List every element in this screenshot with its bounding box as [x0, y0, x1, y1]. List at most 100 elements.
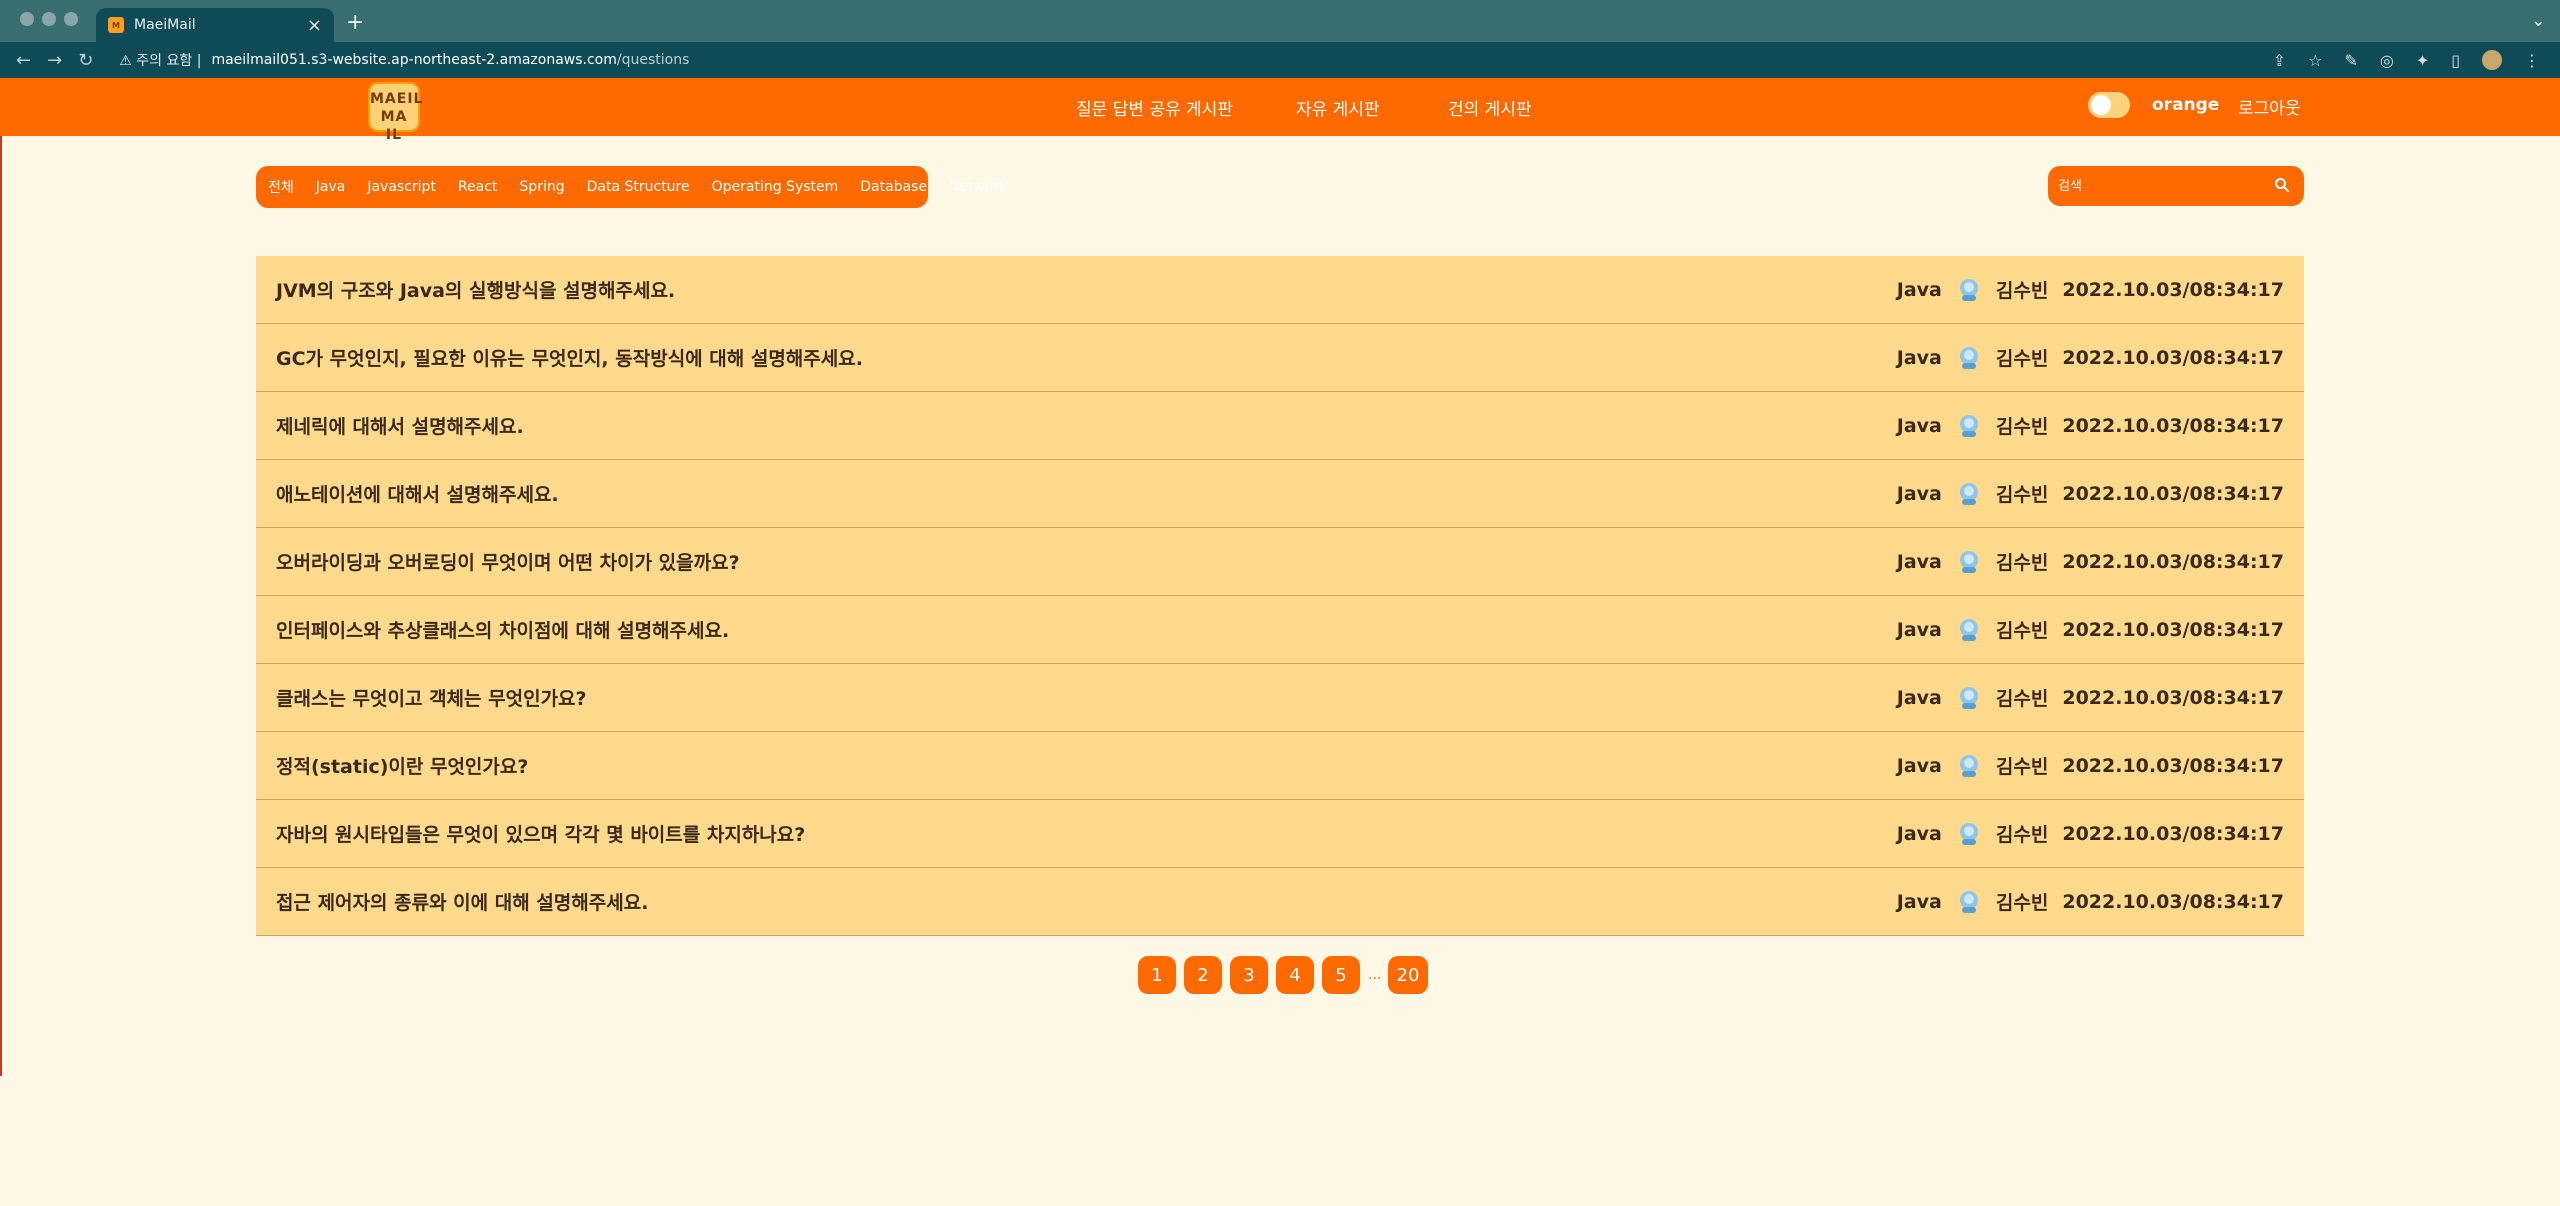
- nav-free-board[interactable]: 자유 게시판: [1296, 78, 1380, 136]
- security-warning[interactable]: ⚠ 주의 요함 |: [119, 50, 201, 70]
- page-last-button[interactable]: 20: [1388, 956, 1428, 994]
- question-title[interactable]: 인터페이스와 추상클래스의 차이점에 대해 설명해주세요.: [276, 616, 1897, 643]
- category-database[interactable]: Database: [860, 179, 927, 195]
- category-network[interactable]: Network: [949, 179, 1007, 195]
- question-row[interactable]: 제네릭에 대해서 설명해주세요. Java 김수빈 2022.10.03/08:34:…: [256, 392, 2304, 460]
- question-date: 2022.10.03/08:34:17: [2062, 618, 2284, 641]
- question-title[interactable]: 클래스는 무엇이고 객체는 무엇인가요?: [276, 684, 1897, 711]
- question-meta: Java 김수빈 2022.10.03/08:34:17: [1897, 480, 2284, 507]
- menu-icon[interactable]: ⋮: [2524, 51, 2540, 70]
- nav-suggestion-board[interactable]: 건의 게시판: [1448, 78, 1532, 136]
- author-avatar-icon: [1959, 550, 1978, 573]
- question-category: Java: [1896, 414, 1942, 437]
- page-4-button[interactable]: 4: [1276, 956, 1314, 994]
- question-author: 김수빈: [1995, 620, 2049, 642]
- question-meta: Java 김수빈 2022.10.03/08:34:17: [1897, 548, 2284, 575]
- question-title[interactable]: 애노테이션에 대해서 설명해주세요.: [276, 480, 1897, 507]
- category-spring[interactable]: Spring: [519, 179, 564, 195]
- question-row[interactable]: GC가 무엇인지, 필요한 이유는 무엇인지, 동작방식에 대해 설명해주세요.…: [256, 324, 2304, 392]
- question-title[interactable]: 정적(static)이란 무엇인가요?: [276, 752, 1897, 779]
- logout-button[interactable]: 로그아웃: [2238, 94, 2301, 119]
- question-row[interactable]: 애노테이션에 대해서 설명해주세요. Java 김수빈 2022.10.03/08:3…: [256, 460, 2304, 528]
- page-1-button[interactable]: 1: [1138, 956, 1176, 994]
- close-window-button[interactable]: [20, 12, 34, 26]
- tab-title: MaeiMail: [134, 17, 196, 33]
- category-react[interactable]: React: [458, 179, 497, 195]
- category-filter: 전체 Java Javascript React Spring Data Str…: [256, 166, 1008, 208]
- question-title[interactable]: 자바의 원시타입들은 무엇이 있으며 각각 몇 바이트를 차지하나요?: [276, 820, 1897, 847]
- reload-icon[interactable]: ↻: [78, 50, 93, 71]
- nav-qa-board[interactable]: 질문 답변 공유 게시판: [1076, 78, 1233, 136]
- profile-avatar[interactable]: [2482, 50, 2502, 70]
- question-title[interactable]: JVM의 구조와 Java의 실행방식을 설명해주세요.: [276, 276, 1897, 303]
- question-author: 김수빈: [1995, 280, 2049, 302]
- category-javascript[interactable]: Javascript: [367, 179, 436, 195]
- favicon-icon: M: [108, 17, 124, 33]
- question-row[interactable]: 인터페이스와 추상클래스의 차이점에 대해 설명해주세요. Java 김수빈 2022…: [256, 596, 2304, 664]
- question-category: Java: [1896, 618, 1942, 641]
- pagination: 1 2 3 4 5 ... 20: [1138, 956, 1428, 994]
- theme-toggle[interactable]: [2088, 92, 2130, 118]
- question-title[interactable]: 접근 제어자의 종류와 이에 대해 설명해주세요.: [276, 888, 1897, 915]
- category-all[interactable]: 전체: [268, 177, 294, 197]
- question-author: 김수빈: [1995, 892, 2049, 914]
- zoom-window-button[interactable]: [64, 12, 78, 26]
- question-date: 2022.10.03/08:34:17: [2062, 550, 2284, 573]
- extension-icon[interactable]: ✎: [2344, 51, 2357, 70]
- url-host: maeilmail051.s3-website.ap-northeast-2.a…: [211, 52, 617, 68]
- question-category: Java: [1896, 890, 1942, 913]
- url-path: /questions: [616, 52, 690, 68]
- browser-tab-bar: M MaeiMail × + ⌄: [0, 0, 2560, 42]
- question-title[interactable]: 오버라이딩과 오버로딩이 무엇이며 어떤 차이가 있을까요?: [276, 548, 1897, 575]
- search-input[interactable]: [2058, 174, 2258, 198]
- question-author: 김수빈: [1995, 756, 2049, 778]
- question-row[interactable]: 오버라이딩과 오버로딩이 무엇이며 어떤 차이가 있을까요? Java 김수빈 202…: [256, 528, 2304, 596]
- author-avatar-icon: [1959, 278, 1978, 301]
- question-row[interactable]: 자바의 원시타입들은 무엇이 있으며 각각 몇 바이트를 차지하나요? Java 김…: [256, 800, 2304, 868]
- question-title[interactable]: GC가 무엇인지, 필요한 이유는 무엇인지, 동작방식에 대해 설명해주세요.: [276, 344, 1897, 371]
- forward-icon[interactable]: →: [47, 50, 62, 71]
- share-icon[interactable]: ⇪: [2273, 51, 2286, 70]
- back-icon[interactable]: ←: [16, 50, 31, 71]
- sidebar-icon[interactable]: ▯: [2451, 51, 2460, 70]
- page-3-button[interactable]: 3: [1230, 956, 1268, 994]
- question-title[interactable]: 제네릭에 대해서 설명해주세요.: [276, 412, 1897, 439]
- author-avatar-icon: [1959, 414, 1978, 437]
- pagination-ellipsis: ...: [1368, 967, 1382, 983]
- author-avatar-icon: [1959, 618, 1978, 641]
- category-operating-system[interactable]: Operating System: [712, 179, 839, 195]
- logo-line-1: MAEIL: [370, 91, 424, 107]
- question-category: Java: [1896, 482, 1942, 505]
- bookmark-star-icon[interactable]: ☆: [2308, 51, 2322, 70]
- question-row[interactable]: JVM의 구조와 Java의 실행방식을 설명해주세요. Java 김수빈 2022.…: [256, 256, 2304, 324]
- tab-search-icon[interactable]: ⌄: [2531, 10, 2546, 31]
- toggle-knob: [2091, 95, 2111, 115]
- site-logo[interactable]: MAEIL MA IL: [368, 82, 424, 143]
- question-meta: Java 김수빈 2022.10.03/08:34:17: [1897, 616, 2284, 643]
- browser-tab[interactable]: M MaeiMail ×: [96, 8, 334, 42]
- tab-close-icon[interactable]: ×: [307, 15, 322, 36]
- url-field[interactable]: maeilmail051.s3-website.ap-northeast-2.a…: [211, 52, 689, 68]
- question-row[interactable]: 접근 제어자의 종류와 이에 대해 설명해주세요. Java 김수빈 2022.10.…: [256, 868, 2304, 936]
- question-meta: Java 김수빈 2022.10.03/08:34:17: [1897, 888, 2284, 915]
- puzzle-icon[interactable]: ✦: [2416, 51, 2429, 70]
- category-data-structure[interactable]: Data Structure: [587, 179, 690, 195]
- page-5-button[interactable]: 5: [1322, 956, 1360, 994]
- question-category: Java: [1896, 686, 1942, 709]
- category-java[interactable]: Java: [316, 179, 346, 195]
- search-icon[interactable]: [2274, 177, 2290, 193]
- question-meta: Java 김수빈 2022.10.03/08:34:17: [1897, 412, 2284, 439]
- author-avatar-icon: [1959, 822, 1978, 845]
- question-author: 김수빈: [1995, 348, 2049, 370]
- question-row[interactable]: 클래스는 무엇이고 객체는 무엇인가요? Java 김수빈 2022.10.03/08…: [256, 664, 2304, 732]
- question-date: 2022.10.03/08:34:17: [2062, 686, 2284, 709]
- compass-icon[interactable]: ◎: [2380, 51, 2394, 70]
- question-author: 김수빈: [1995, 688, 2049, 710]
- question-author: 김수빈: [1995, 416, 2049, 438]
- author-avatar-icon: [1959, 482, 1978, 505]
- new-tab-button[interactable]: +: [346, 10, 364, 35]
- question-row[interactable]: 정적(static)이란 무엇인가요? Java 김수빈 2022.10.03/08:…: [256, 732, 2304, 800]
- page-2-button[interactable]: 2: [1184, 956, 1222, 994]
- minimize-window-button[interactable]: [42, 12, 56, 26]
- question-meta: Java 김수빈 2022.10.03/08:34:17: [1897, 752, 2284, 779]
